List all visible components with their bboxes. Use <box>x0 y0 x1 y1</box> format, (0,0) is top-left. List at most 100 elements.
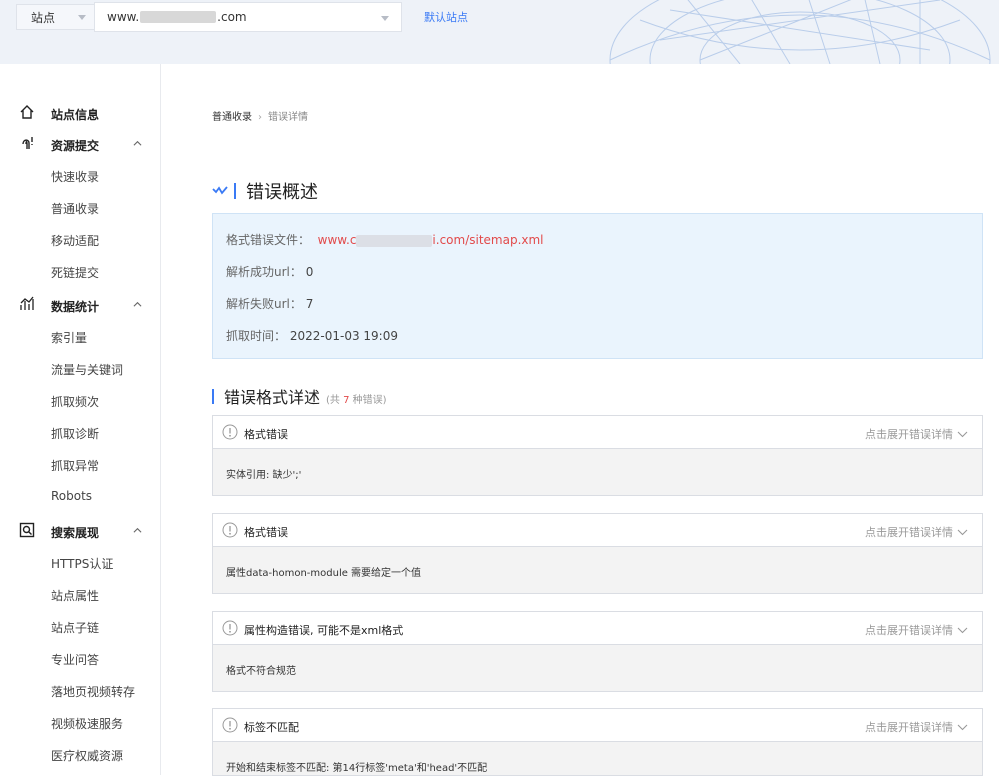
chevron-up-icon[interactable] <box>133 526 142 535</box>
sidebar-item-medical-resources[interactable]: 医疗权威资源 <box>51 747 123 764</box>
sidebar-group-label: 搜索展现 <box>51 526 100 540</box>
error-count: (共 7 种错误) <box>326 391 387 406</box>
count-suffix: 种错误) <box>352 395 387 406</box>
info-row-time: 抓取时间： 2022-01-03 19:09 <box>226 327 398 344</box>
chart-icon <box>20 296 34 310</box>
sidebar-item-normal-index[interactable]: 普通收录 <box>51 200 99 217</box>
error-title: 标签不匹配 <box>244 721 299 734</box>
sidebar-item-https[interactable]: HTTPS认证 <box>51 555 113 572</box>
sidebar-item-index-count[interactable]: 索引量 <box>51 329 87 346</box>
error-card: 属性构造错误, 可能不是xml格式 点击展开错误详情 格式不符合规范 <box>212 611 983 692</box>
site-type-label: 站点 <box>31 10 56 25</box>
title-accent-bar <box>212 388 214 404</box>
error-card-header[interactable]: 标签不匹配 点击展开错误详情 <box>213 709 982 742</box>
check-wave-icon <box>212 186 228 195</box>
warning-circle-icon <box>222 717 238 733</box>
info-row-success: 解析成功url： 0 <box>226 263 313 280</box>
info-row-file: 格式错误文件： www.c i.com/sitemap.xml <box>226 231 544 248</box>
caret-down-icon <box>78 15 86 20</box>
sidebar-item-dead-link[interactable]: 死链提交 <box>51 264 99 281</box>
chevron-down-icon <box>957 627 968 633</box>
chevron-up-icon[interactable] <box>133 139 142 148</box>
expand-toggle[interactable]: 点击展开错误详情 <box>865 524 968 540</box>
site-url-suffix: .com <box>217 10 247 24</box>
count-number: 7 <box>343 395 350 406</box>
expand-label: 点击展开错误详情 <box>865 721 953 734</box>
sidebar-item-fast-index[interactable]: 快速收录 <box>51 168 99 185</box>
search-display-icon <box>19 522 35 538</box>
section-title-overview: 错误概述 <box>212 178 318 204</box>
error-card: 格式错误 点击展开错误详情 实体引用: 缺少';' <box>212 415 983 496</box>
expand-toggle[interactable]: 点击展开错误详情 <box>865 426 968 442</box>
title-accent-bar <box>234 183 236 199</box>
error-card-body: 实体引用: 缺少';' <box>213 449 982 495</box>
submit-icon <box>22 137 33 149</box>
sidebar-item-expert-qa[interactable]: 专业问答 <box>51 651 99 668</box>
overview-info-box: 格式错误文件： www.c i.com/sitemap.xml 解析成功url： … <box>212 213 983 359</box>
sidebar-group-site-info[interactable]: 站点信息 <box>0 102 161 124</box>
fail-label: 解析失败url： <box>226 297 302 311</box>
sidebar-item-site-attributes[interactable]: 站点属性 <box>51 587 99 604</box>
sidebar-group-label: 数据统计 <box>51 300 100 314</box>
error-card-body: 属性data-homon-module 需要给定一个值 <box>213 547 982 593</box>
error-card-body: 开始和结束标签不匹配: 第14行标签'meta'和'head'不匹配 <box>213 742 982 775</box>
success-label: 解析成功url： <box>226 265 302 279</box>
sidebar-group-search-display[interactable]: 搜索展现 <box>0 520 161 542</box>
site-type-select[interactable]: 站点 <box>16 4 94 30</box>
time-label: 抓取时间： <box>226 329 287 343</box>
sidebar-item-mobile-adapt[interactable]: 移动适配 <box>51 232 99 249</box>
sidebar-group-statistics[interactable]: 数据统计 <box>0 294 161 316</box>
sidebar-item-crawl-error[interactable]: 抓取异常 <box>51 457 99 474</box>
sidebar-group-resource-submit[interactable]: 资源提交 <box>0 133 161 155</box>
redacted-block <box>140 11 217 23</box>
sidebar-item-video-speed[interactable]: 视频极速服务 <box>51 715 123 732</box>
error-message: 格式不符合规范 <box>226 666 296 677</box>
file-link-prefix[interactable]: www.c <box>318 233 357 247</box>
breadcrumb: 普通收录 › 错误详情 <box>212 108 308 123</box>
expand-toggle[interactable]: 点击展开错误详情 <box>865 622 968 638</box>
chevron-down-icon <box>957 724 968 730</box>
error-card-header[interactable]: 格式错误 点击展开错误详情 <box>213 514 982 547</box>
sidebar-item-sitelinks[interactable]: 站点子链 <box>51 619 99 636</box>
chevron-up-icon[interactable] <box>133 300 142 309</box>
globe-decoration-icon <box>609 0 991 64</box>
error-card: 标签不匹配 点击展开错误详情 开始和结束标签不匹配: 第14行标签'meta'和… <box>212 708 983 776</box>
success-value: 0 <box>305 265 314 279</box>
breadcrumb-parent-link[interactable]: 普通收录 <box>212 112 252 123</box>
expand-label: 点击展开错误详情 <box>865 526 953 539</box>
site-url-prefix: www. <box>107 10 140 24</box>
overview-title-text: 错误概述 <box>246 182 318 203</box>
expand-label: 点击展开错误详情 <box>865 428 953 441</box>
time-value: 2022-01-03 19:09 <box>289 329 398 343</box>
expand-label: 点击展开错误详情 <box>865 624 953 637</box>
error-card-header[interactable]: 格式错误 点击展开错误详情 <box>213 416 982 449</box>
sidebar-item-crawl-frequency[interactable]: 抓取频次 <box>51 393 99 410</box>
site-url-select[interactable]: www. .com <box>94 2 402 32</box>
error-message: 属性data-homon-module 需要给定一个值 <box>226 568 422 579</box>
error-message: 实体引用: 缺少';' <box>226 470 302 481</box>
sidebar-item-video-transfer[interactable]: 落地页视频转存 <box>51 683 135 700</box>
top-bar: 站点 www. .com 默认站点 <box>0 0 999 64</box>
home-icon <box>20 105 34 119</box>
file-label: 格式错误文件： <box>226 233 311 247</box>
sidebar-item-crawl-diagnose[interactable]: 抓取诊断 <box>51 425 99 442</box>
sidebar-group-label: 站点信息 <box>51 108 100 122</box>
sidebar-item-robots[interactable]: Robots <box>51 489 92 503</box>
sidebar-item-traffic-keywords[interactable]: 流量与关键词 <box>51 361 123 378</box>
default-site-link[interactable]: 默认站点 <box>424 9 468 25</box>
warning-circle-icon <box>222 620 238 636</box>
count-prefix: (共 <box>326 395 340 406</box>
error-title: 属性构造错误, 可能不是xml格式 <box>244 624 404 637</box>
error-title: 格式错误 <box>244 428 288 441</box>
error-card: 格式错误 点击展开错误详情 属性data-homon-module 需要给定一个… <box>212 513 983 594</box>
sidebar-group-label: 资源提交 <box>51 139 100 153</box>
info-row-fail: 解析失败url： 7 <box>226 295 313 312</box>
expand-toggle[interactable]: 点击展开错误详情 <box>865 719 968 735</box>
error-message: 开始和结束标签不匹配: 第14行标签'meta'和'head'不匹配 <box>226 763 488 774</box>
chevron-down-icon <box>957 431 968 437</box>
error-card-header[interactable]: 属性构造错误, 可能不是xml格式 点击展开错误详情 <box>213 612 982 645</box>
file-link-suffix[interactable]: i.com/sitemap.xml <box>432 233 543 247</box>
breadcrumb-separator: › <box>258 112 262 123</box>
error-card-body: 格式不符合规范 <box>213 645 982 691</box>
breadcrumb-current: 错误详情 <box>268 112 308 123</box>
